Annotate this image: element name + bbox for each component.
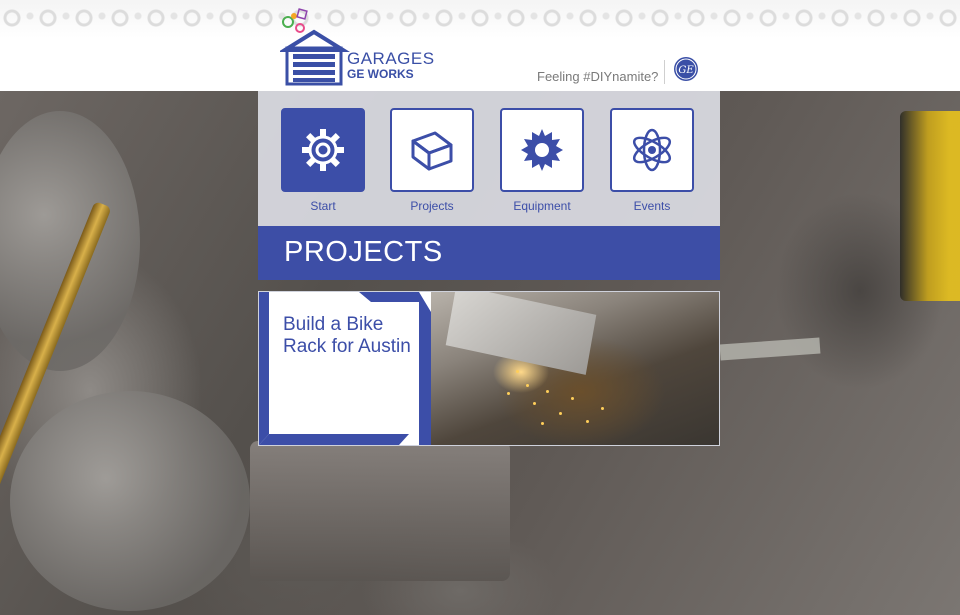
atom-icon <box>632 128 672 172</box>
nav-item-equipment[interactable]: Equipment <box>500 108 584 213</box>
brand-line-1: GARAGES <box>347 49 435 68</box>
spark-shape <box>601 407 604 410</box>
ge-logo-icon[interactable]: GE <box>673 56 699 82</box>
welder-box-shape <box>900 111 960 301</box>
cube-icon <box>411 131 453 171</box>
nav-tile-events[interactable] <box>610 108 694 192</box>
spark-shape <box>526 384 529 387</box>
nav-tile-equipment[interactable] <box>500 108 584 192</box>
spark-shape <box>546 390 549 393</box>
nav-label-projects[interactable]: Projects <box>390 199 474 213</box>
card-title[interactable]: Build a Bike Rack for Austin <box>283 314 423 358</box>
spark-shape <box>571 397 574 400</box>
project-card[interactable]: Build a Bike Rack for Austin <box>258 291 720 446</box>
spark-shape <box>586 420 589 423</box>
nav-item-projects[interactable]: Projects <box>390 108 474 213</box>
metal-plate-shape <box>445 292 597 375</box>
brand-line-2: GE WORKS <box>347 67 414 81</box>
spark-shape <box>533 402 536 405</box>
decorative-pattern <box>0 0 960 38</box>
nav-label-events[interactable]: Events <box>610 199 694 213</box>
nav-tile-projects[interactable] <box>390 108 474 192</box>
card-image[interactable] <box>431 292 719 445</box>
nav-label-start[interactable]: Start <box>281 199 365 213</box>
spark-shape <box>507 392 510 395</box>
site-header: GARAGES GE WORKS Feeling #DIYnamite? GE <box>0 0 960 91</box>
glove-shape <box>0 111 140 371</box>
spark-shape <box>559 412 562 415</box>
section-title: PROJECTS <box>284 236 443 268</box>
vise-shape <box>250 441 510 581</box>
ge-logo-text: GE <box>678 65 694 76</box>
nav-tile-start[interactable] <box>281 108 365 192</box>
nav-item-start[interactable]: Start <box>281 108 365 213</box>
main-nav: Start Projects Equipment Events <box>258 91 720 226</box>
section-header: PROJECTS <box>258 226 720 280</box>
brand-name[interactable]: GARAGES GE WORKS <box>347 50 435 81</box>
cog-badge-icon <box>521 129 563 171</box>
ruler-shape <box>719 337 821 361</box>
spark-shape <box>541 422 544 425</box>
gear-icon <box>302 129 344 171</box>
header-tagline: Feeling #DIYnamite? <box>537 69 659 84</box>
header-divider <box>664 60 665 84</box>
card-text-panel: Build a Bike Rack for Austin <box>259 292 431 445</box>
nav-item-events[interactable]: Events <box>610 108 694 213</box>
nav-label-equipment[interactable]: Equipment <box>500 199 584 213</box>
spark-shape <box>516 370 519 373</box>
glove-shape <box>10 391 250 611</box>
